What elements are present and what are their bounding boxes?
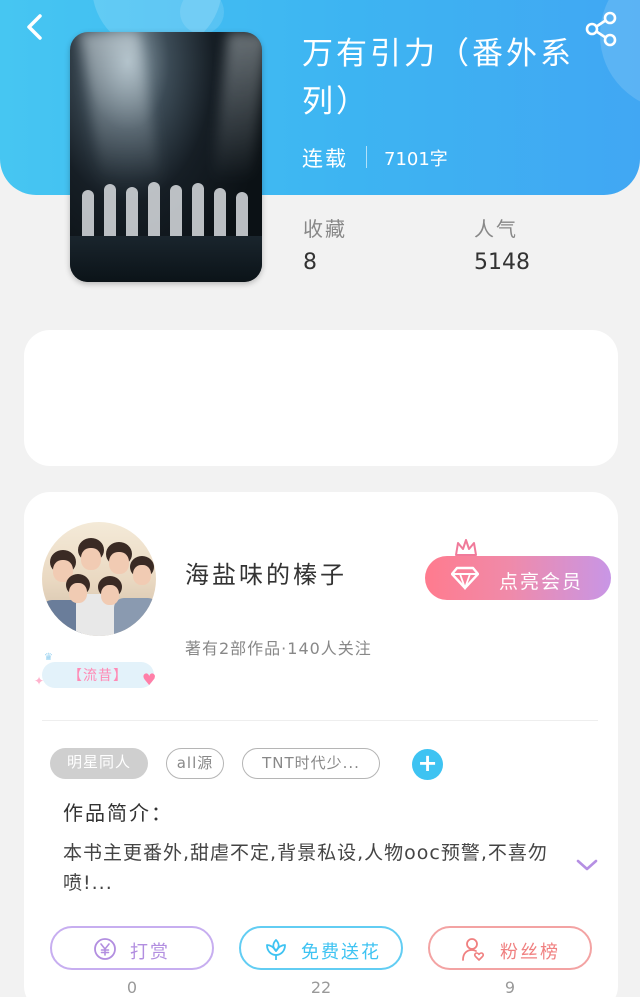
avatar-person — [81, 548, 101, 570]
cover-figure — [148, 182, 160, 242]
expand-button[interactable] — [574, 856, 600, 874]
fan-ranking-button[interactable]: 粉丝榜 — [428, 926, 592, 970]
divider — [42, 720, 598, 721]
tag-chip[interactable]: 明星同人 — [50, 748, 148, 779]
cover-figure — [126, 187, 138, 242]
cover-stage-floor — [70, 236, 262, 282]
cover-figure — [214, 188, 226, 242]
intro-text: 本书主更番外,甜虐不定,背景私设,人物ooc预警,不喜勿喷!... — [63, 842, 548, 894]
vip-button[interactable]: 点亮会员 — [425, 556, 611, 600]
author-name[interactable]: 海盐味的榛子 — [185, 555, 347, 590]
cover-light-beam — [212, 32, 262, 182]
cover-light-beam — [79, 32, 161, 182]
book-word-count: 7101字 — [384, 149, 448, 170]
user-heart-icon — [462, 938, 485, 961]
send-flower-button[interactable]: 免费送花 — [239, 926, 403, 970]
author-avatar[interactable] — [42, 522, 156, 636]
diamond-icon — [451, 566, 479, 590]
avatar-person — [109, 552, 129, 574]
yen-coin-icon — [94, 938, 116, 960]
book-cover-image[interactable] — [70, 32, 262, 282]
reward-button-label: 打赏 — [130, 942, 170, 963]
crown-deco-icon: ♛ — [44, 652, 53, 663]
fan-ranking-button-label: 粉丝榜 — [500, 942, 560, 963]
favorites-label: 收藏 — [303, 217, 347, 241]
crown-icon — [455, 539, 477, 556]
star-deco-icon: ✦ — [34, 674, 45, 688]
tag-chip[interactable]: TNT时代少... — [242, 748, 380, 779]
flower-count: 22 — [310, 978, 332, 997]
reward-count: 0 — [126, 978, 138, 997]
popularity-label: 人气 — [474, 217, 518, 241]
favorites-count: 8 — [303, 250, 317, 275]
chevron-left-icon — [27, 14, 42, 40]
plus-icon: + — [417, 749, 438, 777]
cover-figure — [82, 190, 94, 242]
intro-title: 作品简介： — [63, 801, 173, 825]
divider — [366, 146, 367, 168]
author-meta: 著有2部作品·140人关注 — [185, 639, 372, 658]
tag-chip[interactable]: all源 — [166, 748, 224, 779]
popularity-count: 5148 — [474, 250, 530, 275]
back-button[interactable] — [18, 10, 54, 46]
book-status: 连载 — [302, 147, 348, 171]
fan-count: 9 — [504, 978, 516, 997]
cover-figure — [236, 192, 248, 242]
heart-deco-icon: ♥ — [142, 670, 157, 689]
send-flower-button-label: 免费送花 — [301, 942, 381, 963]
book-title: 万有引力（番外系列） — [302, 36, 574, 120]
avatar-person — [101, 585, 119, 605]
flower-icon — [266, 939, 286, 960]
cover-figures — [70, 162, 262, 242]
empty-card — [24, 330, 618, 466]
vip-button-label: 点亮会员 — [499, 571, 584, 593]
avatar-person — [69, 583, 87, 603]
avatar-person — [114, 598, 156, 636]
reward-button[interactable]: 打赏 — [50, 926, 214, 970]
cover-figure — [170, 185, 182, 242]
add-tag-button[interactable]: + — [412, 749, 443, 780]
avatar-person — [133, 565, 151, 585]
cover-figure — [104, 184, 116, 242]
chevron-down-icon — [576, 859, 598, 871]
cover-figure — [192, 183, 204, 242]
